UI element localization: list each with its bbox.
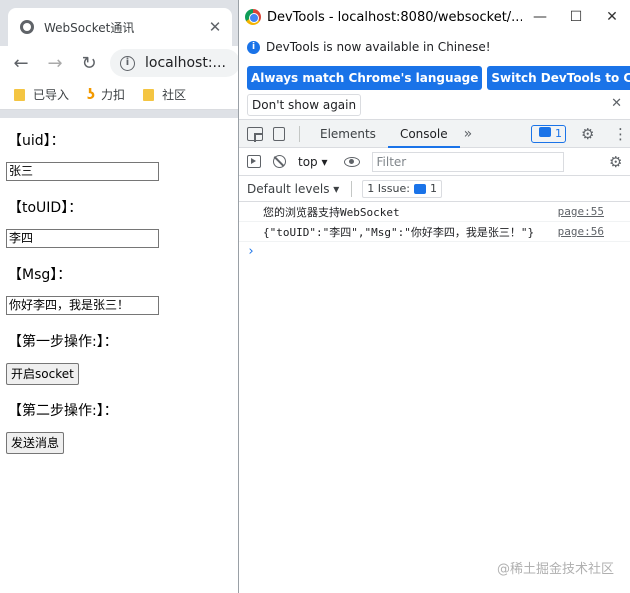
reload-icon[interactable]: ↻ [76,50,102,76]
bookmark-label: 社区 [162,88,187,102]
close-icon[interactable]: ✕ [204,18,226,36]
address-bar[interactable]: i localhost:... [110,49,240,77]
leetcode-icon: ʖ [87,86,96,103]
device-toolbar-icon[interactable] [273,126,285,141]
tab-elements[interactable]: Elements [308,120,388,148]
maximize-icon[interactable]: ☐ [558,9,594,25]
default-levels-dropdown[interactable]: Default levels ▾ [247,182,339,196]
tab-title: WebSocket通讯 [44,20,135,35]
bookmark-label: 力扣 [101,88,126,102]
touid-label: 【toUID】： [8,200,83,216]
console-message-text: 您的浏览器支持WebSocket [263,205,400,219]
tab-console[interactable]: Console [387,120,460,148]
console-message-text: {"toUID":"李四","Msg":"你好李四，我是张三！"} [263,225,535,239]
context-value: top [298,154,318,169]
banner-buttons: Always match Chrome's language Switch De… [247,66,630,90]
divider [299,125,300,142]
send-message-button[interactable]: 发送消息 [6,432,65,454]
info-icon[interactable]: i [120,55,135,71]
devtools-titlebar: DevTools - localhost:8080/websocket/... … [239,0,630,34]
console-messages: 您的浏览器支持WebSocket page:55 {"toUID":"李四","… [239,202,630,262]
bookmark-leetcode[interactable]: ʖ 力扣 [87,86,125,103]
filter-input[interactable]: Filter [371,151,564,172]
minimize-icon[interactable]: — [522,9,558,25]
inspect-element-icon[interactable] [247,126,263,142]
bookmark-community[interactable]: 社区 [143,86,186,103]
console-source-link[interactable]: page:55 [558,205,604,218]
message-icon [413,183,426,194]
touid-input[interactable]: 李四 [6,229,159,248]
console-toolbar: top ▾ Filter ⚙ [239,148,630,176]
banner-close-icon[interactable]: ✕ [611,96,622,111]
eye-icon[interactable] [343,156,360,167]
context-select[interactable]: top ▾ [298,155,328,169]
always-match-language-button[interactable]: Always match Chrome's language [247,66,483,90]
globe-icon [20,20,34,34]
language-banner: i DevTools is now available in Chinese! … [239,34,630,120]
message-icon [539,127,551,137]
screen: WebSocket通讯 ✕ ← → ↻ i localhost:... 已导入 … [0,0,630,593]
banner-text: DevTools is now available in Chinese! [266,40,491,54]
msg-input[interactable]: 你好李四，我是张三！ [6,296,159,315]
url-text: localhost:... [145,55,226,71]
folder-icon [14,88,25,101]
issues-button[interactable]: 1 Issue: 1 [362,179,442,198]
browser-toolbar: ← → ↻ i localhost:... [0,46,240,80]
kebab-menu-icon[interactable]: ⋮ [613,125,628,143]
browser-chrome: WebSocket通讯 ✕ ← → ↻ i localhost:... 已导入 … [0,0,240,118]
banner-message: i DevTools is now available in Chinese! [247,40,622,54]
console-message: {"toUID":"李四","Msg":"你好李四，我是张三！"} page:5… [239,222,630,242]
info-icon: i [247,40,260,54]
issues-badge-count: 1 [555,127,562,140]
issues-count: 1 [429,181,437,195]
levels-bar: Default levels ▾ 1 Issue: 1 [239,176,630,202]
uid-label: 【uid】： [8,133,65,149]
window-close-icon[interactable]: ✕ [594,9,630,25]
switch-to-chinese-button[interactable]: Switch DevTools to Chinese [487,66,630,90]
devtools-window: DevTools - localhost:8080/websocket/... … [238,0,630,593]
open-socket-button[interactable]: 开启socket [6,363,79,385]
watermark: @稀土掘金技术社区 [496,562,614,577]
divider [351,180,353,197]
step2-label: 【第二步操作:】： [8,403,118,419]
dont-show-again-button[interactable]: Don't show again [247,94,362,116]
devtools-title: DevTools - localhost:8080/websocket/... [267,9,522,25]
console-prompt[interactable]: › [239,242,630,262]
forward-arrow-icon[interactable]: → [42,50,68,76]
devtools-tab-bar: Elements Console » 1 ⚙ ⋮ [239,120,630,148]
back-arrow-icon[interactable]: ← [8,50,34,76]
browser-tab[interactable]: WebSocket通讯 ✕ [8,8,232,46]
issues-badge[interactable]: 1 [531,125,566,143]
uid-input[interactable]: 张三 [6,162,159,181]
console-source-link[interactable]: page:56 [558,225,604,238]
gear-icon[interactable]: ⚙ [581,125,594,143]
bookmark-label: 已导入 [33,88,70,102]
console-message: 您的浏览器支持WebSocket page:55 [239,202,630,222]
folder-icon [143,88,155,101]
console-settings-gear-icon[interactable]: ⚙ [609,153,622,171]
step1-label: 【第一步操作:】： [8,334,118,350]
clear-console-icon[interactable] [273,155,286,168]
bookmark-imported[interactable]: 已导入 [14,86,69,103]
issues-label: 1 Issue: [367,181,410,195]
more-tabs-icon[interactable]: » [460,126,477,142]
bookmarks-bar: 已导入 ʖ 力扣 社区 [0,80,240,110]
chrome-logo-icon [245,9,261,25]
sidebar-toggle-icon[interactable] [247,155,261,168]
page-content: 【uid】： 张三 【toUID】： 李四 【Msg】： 你好李四，我是张三！ … [0,118,238,593]
msg-label: 【Msg】： [8,267,72,283]
levels-label: Default levels [247,181,330,196]
